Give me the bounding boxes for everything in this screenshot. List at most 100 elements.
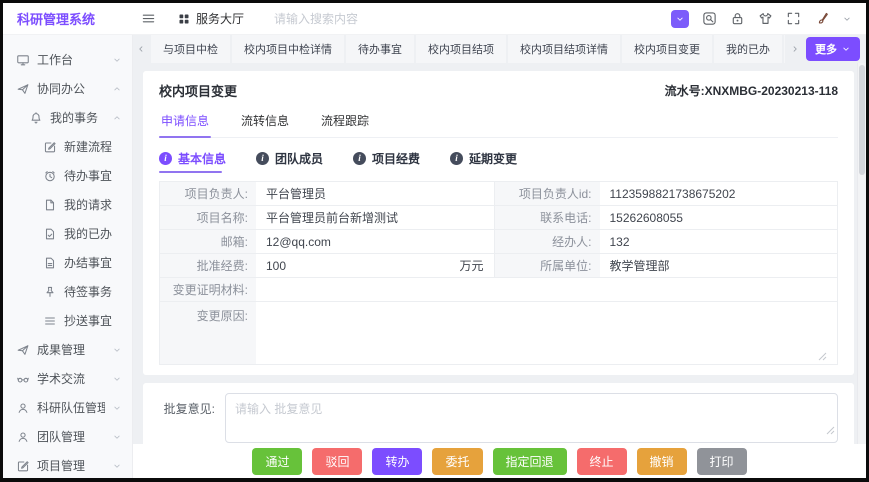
- section-basic-info[interactable]: 基本信息: [159, 150, 226, 173]
- sidebar-item-my-requests[interactable]: 我的请求: [3, 190, 132, 219]
- field-email-value: 12@qq.com: [256, 230, 494, 253]
- chevron-down-icon: [112, 374, 122, 384]
- document-check-icon: [43, 227, 57, 241]
- field-email-label: 邮箱:: [160, 230, 256, 253]
- tab-item[interactable]: 待办事宜: [346, 35, 414, 63]
- field-agent-label: 经办人:: [493, 230, 600, 253]
- sidebar-item-team-mgmt[interactable]: 团队管理: [3, 422, 132, 451]
- delegate-button[interactable]: 委托: [432, 447, 483, 475]
- field-budget-value: 100 万元: [256, 254, 494, 277]
- action-button-bar: 通过 驳回 转办 委托 指定回退 终止 撤销 打印: [133, 444, 866, 478]
- sidebar-item-cc[interactable]: 抄送事宜: [3, 306, 132, 335]
- print-button[interactable]: 打印: [696, 447, 747, 475]
- monitor-icon: [16, 53, 30, 67]
- brush-icon[interactable]: [814, 11, 829, 26]
- field-evidence-value[interactable]: [256, 278, 837, 301]
- chevron-down-icon: [112, 432, 122, 442]
- sidebar-item-collab-office[interactable]: 协同办公: [3, 74, 132, 103]
- chevron-up-icon: [112, 113, 122, 123]
- tabs-scroll-right-icon[interactable]: [787, 44, 803, 54]
- info-circle-icon: [159, 152, 172, 165]
- section-project-funds[interactable]: 项目经费: [353, 150, 420, 173]
- sidebar-item-research-team-mgmt[interactable]: 科研队伍管理: [3, 393, 132, 422]
- user-icon: [16, 430, 30, 444]
- resize-handle-icon[interactable]: [818, 352, 827, 361]
- sidebar-item-workbench[interactable]: 工作台: [3, 45, 132, 74]
- section-nav: 基本信息 团队成员 项目经费 延期变更: [159, 150, 838, 173]
- section-team-members[interactable]: 团队成员: [256, 150, 323, 173]
- terminate-button[interactable]: 终止: [576, 447, 627, 475]
- field-project-leader-label: 项目负责人:: [160, 182, 256, 205]
- send-icon: [16, 343, 30, 357]
- more-tabs-button[interactable]: 更多: [806, 37, 860, 61]
- approve-button[interactable]: 通过: [252, 447, 303, 475]
- section-delay-change[interactable]: 延期变更: [450, 150, 517, 173]
- tabs-scroll-left-icon[interactable]: [133, 35, 149, 63]
- tab-process-tracking[interactable]: 流程跟踪: [319, 109, 371, 137]
- sidebar-item-achievement-mgmt[interactable]: 成果管理: [3, 335, 132, 364]
- edit-icon: [43, 140, 57, 154]
- vertical-scrollbar[interactable]: [857, 63, 866, 444]
- fullscreen-icon[interactable]: [786, 11, 801, 26]
- field-phone-label: 联系电话:: [493, 206, 600, 229]
- chevron-down-icon: [843, 47, 849, 51]
- tab-item[interactable]: 校内项目结项详情: [508, 35, 620, 63]
- edit-icon: [16, 459, 30, 473]
- serial-number: 流水号:XNXMBG-20230213-118: [664, 83, 838, 98]
- transfer-button[interactable]: 转办: [372, 447, 423, 475]
- rollback-button[interactable]: 指定回退: [492, 447, 567, 475]
- chevron-down-icon: [112, 345, 122, 355]
- sidebar-item-project-mgmt[interactable]: 项目管理: [3, 451, 132, 478]
- tab-application-info[interactable]: 申请信息: [159, 109, 212, 138]
- field-project-name-label: 项目名称:: [160, 206, 256, 229]
- tab-item[interactable]: 我的已办: [714, 35, 782, 63]
- sidebar-item-new-process[interactable]: 新建流程: [3, 132, 132, 161]
- user-icon: [16, 401, 30, 415]
- chevron-down-icon: [112, 403, 122, 413]
- sidebar-item-completed[interactable]: 办结事宜: [3, 248, 132, 277]
- document-lines-icon: [43, 256, 57, 270]
- tab-item[interactable]: 与项目中检: [151, 35, 230, 63]
- sidebar-item-my-done[interactable]: 我的已办: [3, 219, 132, 248]
- hamburger-menu-icon[interactable]: [141, 11, 156, 26]
- field-reason-textarea[interactable]: [256, 302, 837, 364]
- reject-button[interactable]: 驳回: [312, 447, 363, 475]
- service-hall-label: 服务大厅: [196, 12, 245, 26]
- field-budget-label: 批准经费:: [160, 254, 256, 277]
- service-hall-button[interactable]: 服务大厅: [178, 10, 244, 27]
- approval-opinion-label: 批复意见:: [163, 402, 215, 416]
- detail-tabs: 申请信息 流转信息 流程跟踪: [159, 109, 838, 138]
- search-input[interactable]: [274, 11, 425, 26]
- lock-icon[interactable]: [730, 11, 745, 26]
- approval-card: 批复意见:: [143, 383, 854, 444]
- sidebar-item-pending-sign[interactable]: 待签事务: [3, 277, 132, 306]
- tab-flow-info[interactable]: 流转信息: [239, 109, 291, 137]
- search-box-icon[interactable]: [702, 11, 717, 26]
- tab-item[interactable]: 校内项目变更: [622, 35, 712, 63]
- document-icon: [43, 198, 57, 212]
- info-circle-icon: [256, 152, 270, 165]
- tab-item[interactable]: 校内项目结项: [416, 35, 506, 63]
- sidebar-nav: 工作台 协同办公 我的事务 新建流程 待办事宜 我的请求 我的已办 办结事宜 待…: [3, 35, 133, 478]
- clock-icon: [43, 169, 57, 183]
- list-icon: [43, 314, 57, 328]
- field-leader-id-value: 1123598821738675202: [599, 182, 837, 205]
- field-department-value: 教学管理部: [599, 254, 837, 277]
- sidebar-item-my-affairs[interactable]: 我的事务: [3, 103, 132, 132]
- chevron-up-icon: [112, 84, 122, 94]
- chevron-down-icon[interactable]: [842, 14, 852, 24]
- info-circle-icon: [450, 152, 464, 165]
- revoke-button[interactable]: 撤销: [636, 447, 687, 475]
- approval-opinion-textarea[interactable]: [225, 393, 838, 443]
- scrollbar-thumb[interactable]: [859, 65, 865, 175]
- widget-icon[interactable]: [671, 9, 689, 28]
- shirt-icon[interactable]: [758, 11, 773, 26]
- field-phone-value: 15262608055: [599, 206, 837, 229]
- sidebar-item-academic-exchange[interactable]: 学术交流: [3, 364, 132, 393]
- grid-icon: [178, 13, 190, 25]
- bell-icon: [29, 111, 43, 125]
- send-icon: [16, 82, 30, 96]
- tab-item[interactable]: 校内项目中检详情: [232, 35, 344, 63]
- glasses-icon: [16, 372, 30, 386]
- sidebar-item-todo[interactable]: 待办事宜: [3, 161, 132, 190]
